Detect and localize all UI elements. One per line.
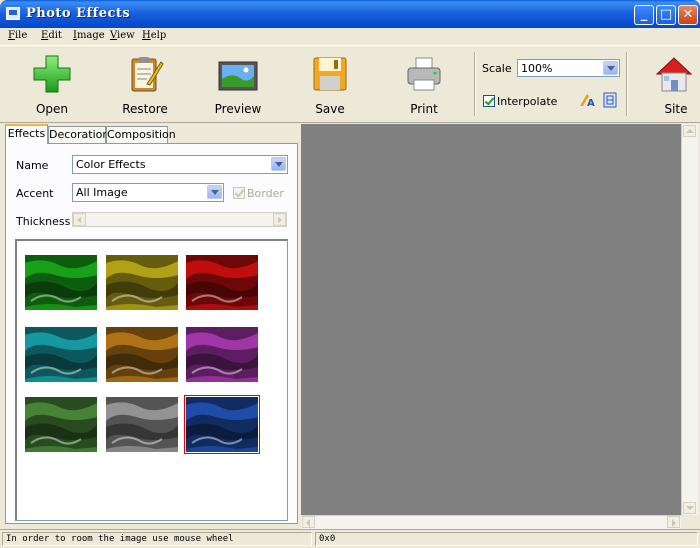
tab-effects[interactable]: Effects (5, 124, 48, 144)
scale-label: Scale (482, 62, 512, 75)
effect-thumbnail[interactable] (106, 397, 178, 452)
svg-text:A: A (587, 98, 595, 108)
picture-icon (218, 61, 258, 91)
border-label: Border (247, 187, 284, 200)
close-button[interactable]: ✕ (678, 5, 698, 25)
print-button[interactable]: Print (394, 52, 454, 118)
accent-select[interactable]: All Image (72, 183, 224, 202)
maximize-button[interactable]: □ (656, 5, 676, 25)
save-label: Save (315, 102, 345, 116)
status-hint: In order to room the image use mouse whe… (2, 532, 312, 546)
chevron-down-icon[interactable] (603, 61, 618, 75)
name-label: Name (16, 159, 49, 172)
close-icon: ✕ (682, 7, 694, 22)
effect-thumbnail[interactable] (25, 397, 97, 452)
scroll-right-icon[interactable] (273, 213, 286, 226)
vertical-scrollbar[interactable] (681, 124, 698, 515)
tab-decoration[interactable]: Decoration (48, 126, 109, 143)
chevron-down-icon[interactable] (207, 185, 222, 199)
horizontal-scrollbar[interactable] (301, 515, 681, 529)
name-value: Color Effects (76, 158, 146, 171)
effect-thumbnail[interactable] (106, 327, 178, 382)
restore-button[interactable]: Restore (115, 52, 175, 118)
plus-icon (33, 55, 71, 93)
clipboard-icon (131, 57, 164, 92)
restore-label: Restore (122, 102, 168, 116)
house-icon (655, 57, 693, 92)
menu-bar: File Edit Image View Help (0, 28, 700, 45)
save-button[interactable]: Save (300, 52, 360, 118)
thickness-scrollbar[interactable] (72, 212, 287, 227)
site-label: Site (664, 102, 688, 116)
effect-thumbnail[interactable] (184, 395, 260, 454)
toolbar: Open Restore Preview Save Print Scale 10… (0, 45, 700, 123)
name-select[interactable]: Color Effects (72, 155, 288, 174)
printer-icon (407, 57, 441, 91)
font-icon[interactable]: A (579, 92, 595, 108)
accent-label: Accent (16, 187, 54, 200)
floppy-disk-icon (313, 57, 347, 91)
open-label: Open (35, 102, 69, 116)
document-icon[interactable] (603, 92, 617, 108)
scroll-down-icon[interactable] (683, 502, 696, 514)
status-coords: 0x0 (315, 532, 698, 546)
scroll-up-icon[interactable] (683, 125, 696, 137)
window-title: Photo Effects (26, 6, 131, 21)
menu-help[interactable]: Help (142, 30, 166, 41)
interpolate-label: Interpolate (497, 95, 558, 108)
chevron-down-icon[interactable] (271, 157, 286, 171)
scale-select[interactable]: 100% (517, 59, 620, 77)
scale-value: 100% (521, 62, 553, 75)
app-window: Photo Effects _ □ ✕ File Edit Image View… (0, 0, 700, 548)
menu-image[interactable]: Image (73, 30, 105, 41)
scroll-left-icon[interactable] (73, 213, 86, 226)
scrollbar-corner (681, 515, 698, 529)
image-preview-canvas[interactable] (301, 124, 681, 515)
menu-edit[interactable]: Edit (41, 30, 62, 41)
open-button[interactable]: Open (22, 52, 82, 118)
title-bar[interactable]: Photo Effects _ □ ✕ (0, 0, 700, 28)
maximize-icon: □ (659, 7, 673, 22)
effect-thumbnail[interactable] (186, 327, 258, 382)
status-bar: In order to room the image use mouse whe… (0, 529, 700, 548)
app-icon (6, 7, 20, 20)
thickness-label: Thickness (16, 215, 71, 228)
preview-label: Preview (214, 102, 262, 116)
site-button[interactable]: Site (646, 52, 700, 118)
minimize-button[interactable]: _ (634, 5, 654, 25)
effects-gallery (15, 239, 288, 521)
print-label: Print (410, 102, 438, 116)
effect-thumbnail[interactable] (186, 255, 258, 310)
menu-file[interactable]: File (8, 30, 27, 41)
scroll-right-icon[interactable] (667, 516, 680, 528)
effect-thumbnail[interactable] (25, 327, 97, 382)
preview-button[interactable]: Preview (208, 52, 268, 118)
effect-thumbnail[interactable] (25, 255, 97, 310)
toolbar-separator (474, 52, 476, 116)
scroll-left-icon[interactable] (302, 516, 315, 528)
accent-value: All Image (76, 186, 128, 199)
minimize-icon: _ (640, 7, 648, 22)
border-checkbox[interactable] (233, 187, 245, 199)
effect-thumbnail[interactable] (106, 255, 178, 310)
menu-view[interactable]: View (110, 30, 135, 41)
interpolate-checkbox[interactable] (483, 95, 495, 107)
tab-composition[interactable]: Composition (106, 126, 176, 143)
toolbar-separator-2 (626, 52, 628, 116)
